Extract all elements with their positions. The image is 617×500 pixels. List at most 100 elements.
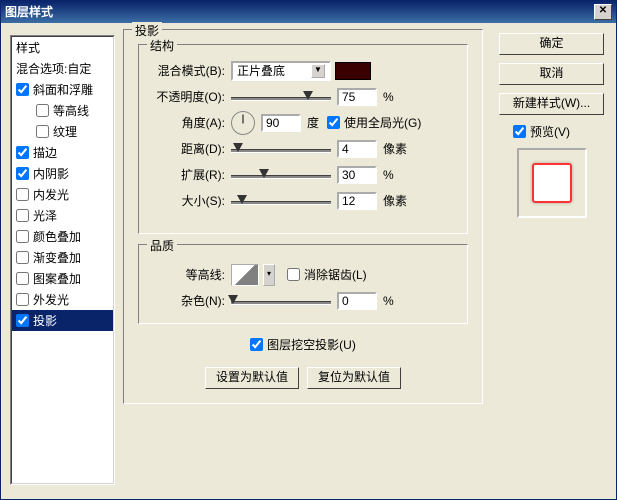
use-global-light-checkbox[interactable]	[327, 116, 340, 129]
client-area: 样式混合选项:自定斜面和浮雕等高线纹理描边内阴影内发光光泽颜色叠加渐变叠加图案叠…	[1, 23, 616, 499]
quality-title: 品质	[147, 237, 177, 254]
quality-fieldset: 品质 等高线: ▾ 消除锯齿(L) 杂色(N): 0 %	[138, 244, 468, 324]
noise-label: 杂色(N):	[147, 292, 225, 309]
contour-row: 等高线: ▾ 消除锯齿(L)	[147, 262, 459, 287]
style-item-2[interactable]: 纹理	[12, 121, 113, 142]
antialias-checkbox[interactable]	[287, 268, 300, 281]
style-item-label: 渐变叠加	[33, 251, 81, 265]
opacity-slider[interactable]	[231, 90, 331, 104]
knockout-row: 图层挖空投影(U)	[132, 332, 474, 357]
noise-unit: %	[383, 294, 394, 308]
blend-mode-dropdown[interactable]: 正片叠底 ▼	[231, 61, 331, 81]
contour-dropdown-arrow[interactable]: ▾	[263, 264, 275, 286]
style-item-7[interactable]: 颜色叠加	[12, 226, 113, 247]
cancel-button[interactable]: 取消	[499, 63, 604, 85]
size-row: 大小(S): 12 像素	[147, 188, 459, 213]
preview-checkbox[interactable]	[513, 125, 526, 138]
blend-mode-row: 混合模式(B): 正片叠底 ▼	[147, 58, 459, 83]
knockout-checkbox[interactable]	[250, 338, 263, 351]
style-item-11[interactable]: 投影	[12, 310, 113, 331]
size-input[interactable]: 12	[337, 192, 377, 210]
blend-mode-label: 混合模式(B):	[147, 62, 225, 79]
drop-shadow-panel: 投影 结构 混合模式(B): 正片叠底 ▼ 不透明度(O):	[123, 29, 483, 489]
style-item-checkbox[interactable]	[16, 272, 29, 285]
style-item-checkbox[interactable]	[16, 209, 29, 222]
style-item-checkbox[interactable]	[16, 188, 29, 201]
distance-row: 距离(D): 4 像素	[147, 136, 459, 161]
style-item-4[interactable]: 内阴影	[12, 163, 113, 184]
knockout-label[interactable]: 图层挖空投影(U)	[267, 336, 356, 353]
ok-button[interactable]: 确定	[499, 33, 604, 55]
distance-input[interactable]: 4	[337, 140, 377, 158]
angle-row: 角度(A): 90 度 使用全局光(G)	[147, 110, 459, 135]
noise-row: 杂色(N): 0 %	[147, 288, 459, 313]
reset-default-button[interactable]: 复位为默认值	[307, 367, 401, 389]
opacity-input[interactable]: 75	[337, 88, 377, 106]
style-item-1[interactable]: 等高线	[12, 100, 113, 121]
style-item-checkbox[interactable]	[16, 146, 29, 159]
preview-swatch	[532, 163, 572, 203]
close-button[interactable]: ✕	[594, 4, 612, 20]
preview-label[interactable]: 预览(V)	[530, 123, 570, 140]
style-item-checkbox[interactable]	[36, 125, 49, 138]
spread-row: 扩展(R): 30 %	[147, 162, 459, 187]
style-item-8[interactable]: 渐变叠加	[12, 247, 113, 268]
style-item-label: 外发光	[33, 293, 69, 307]
distance-slider[interactable]	[231, 142, 331, 156]
opacity-unit: %	[383, 90, 394, 104]
size-slider[interactable]	[231, 194, 331, 208]
styles-header[interactable]: 样式	[12, 37, 113, 58]
chevron-down-icon: ▼	[311, 64, 325, 78]
distance-label: 距离(D):	[147, 140, 225, 157]
style-item-checkbox[interactable]	[16, 293, 29, 306]
style-item-label: 斜面和浮雕	[33, 83, 93, 97]
spread-unit: %	[383, 168, 394, 182]
style-item-checkbox[interactable]	[16, 314, 29, 327]
structure-fieldset: 结构 混合模式(B): 正片叠底 ▼ 不透明度(O): 75 %	[138, 44, 468, 234]
style-item-9[interactable]: 图案叠加	[12, 268, 113, 289]
panel-fieldset: 投影 结构 混合模式(B): 正片叠底 ▼ 不透明度(O):	[123, 29, 483, 404]
spread-input[interactable]: 30	[337, 166, 377, 184]
contour-picker[interactable]	[231, 264, 259, 286]
style-item-label: 描边	[33, 146, 57, 160]
style-item-5[interactable]: 内发光	[12, 184, 113, 205]
new-style-button[interactable]: 新建样式(W)...	[499, 93, 604, 115]
opacity-label: 不透明度(O):	[147, 88, 225, 105]
style-item-checkbox[interactable]	[16, 251, 29, 264]
distance-unit: 像素	[383, 140, 407, 157]
set-default-button[interactable]: 设置为默认值	[205, 367, 299, 389]
spread-slider[interactable]	[231, 168, 331, 182]
size-unit: 像素	[383, 192, 407, 209]
style-item-0[interactable]: 斜面和浮雕	[12, 79, 113, 100]
style-item-checkbox[interactable]	[16, 230, 29, 243]
default-buttons: 设置为默认值 复位为默认值	[132, 367, 474, 389]
spread-label: 扩展(R):	[147, 166, 225, 183]
dialog-buttons: 确定 取消 新建样式(W)... 预览(V)	[499, 33, 604, 218]
window-title: 图层样式	[5, 1, 53, 23]
style-list: 样式混合选项:自定斜面和浮雕等高线纹理描边内阴影内发光光泽颜色叠加渐变叠加图案叠…	[10, 35, 115, 485]
style-item-label: 纹理	[53, 125, 77, 139]
angle-dial[interactable]	[231, 111, 255, 135]
style-item-label: 光泽	[33, 209, 57, 223]
use-global-light-label[interactable]: 使用全局光(G)	[344, 114, 421, 131]
noise-slider[interactable]	[231, 294, 331, 308]
style-item-checkbox[interactable]	[36, 104, 49, 117]
style-item-label: 颜色叠加	[33, 230, 81, 244]
style-item-checkbox[interactable]	[16, 83, 29, 96]
noise-input[interactable]: 0	[337, 292, 377, 310]
shadow-color-swatch[interactable]	[335, 62, 371, 80]
structure-title: 结构	[147, 37, 177, 54]
contour-label: 等高线:	[147, 266, 225, 283]
style-item-6[interactable]: 光泽	[12, 205, 113, 226]
style-item-label: 等高线	[53, 104, 89, 118]
preview-row: 预览(V)	[513, 123, 604, 140]
antialias-label[interactable]: 消除锯齿(L)	[304, 266, 367, 283]
blend-options-item[interactable]: 混合选项:自定	[12, 58, 113, 79]
style-item-label: 投影	[33, 314, 57, 328]
style-item-checkbox[interactable]	[16, 167, 29, 180]
blend-mode-value: 正片叠底	[237, 62, 285, 79]
preview-box	[517, 148, 587, 218]
style-item-3[interactable]: 描边	[12, 142, 113, 163]
angle-input[interactable]: 90	[261, 114, 301, 132]
style-item-10[interactable]: 外发光	[12, 289, 113, 310]
